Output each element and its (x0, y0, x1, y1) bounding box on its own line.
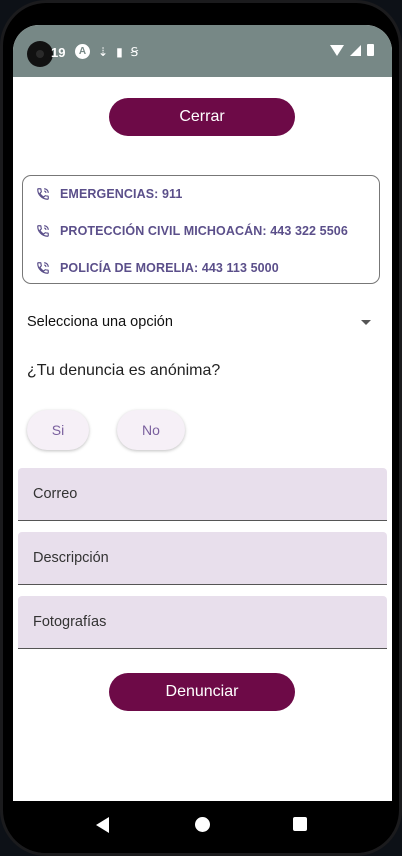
status-icons-left: A ⇣ ▮ Ꞩ (75, 44, 138, 59)
sim-icon: Ꞩ (130, 44, 139, 59)
status-time: 19 (51, 45, 66, 60)
category-dropdown[interactable]: Selecciona una opción (27, 311, 377, 333)
anonymous-question: ¿Tu denuncia es anónima? (27, 362, 221, 379)
contact-proteccion-civil[interactable]: PROTECCIÓN CIVIL MICHOACÁN: 443 322 5506 (36, 224, 348, 238)
contact-emergencias[interactable]: EMERGENCIAS: 911 (36, 187, 182, 201)
contact-label: EMERGENCIAS: 911 (60, 187, 183, 201)
status-icons-right (330, 44, 374, 56)
photos-field (18, 596, 387, 649)
signal-icon (350, 44, 361, 56)
phone-bezel: 19 A ⇣ ▮ Ꞩ Cerrar EMERGENCIAS: 911 PROTE… (3, 3, 399, 853)
description-field (18, 532, 387, 585)
emergency-contacts-card: EMERGENCIAS: 911 PROTECCIÓN CIVIL MICHOA… (22, 175, 380, 284)
anonymous-yes-button[interactable]: Si (27, 410, 89, 450)
contact-policia[interactable]: POLICÍA DE MORELIA: 443 113 5000 (36, 261, 279, 275)
recent-apps-icon[interactable] (293, 817, 307, 831)
app-screen: 19 A ⇣ ▮ Ꞩ Cerrar EMERGENCIAS: 911 PROTE… (13, 25, 392, 801)
phone-call-icon (37, 188, 49, 200)
photos-input[interactable] (18, 596, 387, 648)
front-camera (27, 41, 53, 67)
description-input[interactable] (18, 532, 387, 584)
phone-call-icon (37, 262, 49, 274)
contact-label: PROTECCIÓN CIVIL MICHOACÁN: 443 322 5506 (60, 224, 348, 238)
navigation-bar (13, 801, 392, 853)
a-icon: A (75, 44, 90, 59)
dropdown-label: Selecciona una opción (27, 314, 173, 330)
phone-frame: 19 A ⇣ ▮ Ꞩ Cerrar EMERGENCIAS: 911 PROTE… (0, 0, 402, 856)
status-bar: 19 A ⇣ ▮ Ꞩ (13, 25, 392, 77)
email-input[interactable] (18, 468, 387, 520)
usb-icon: ⇣ (98, 44, 109, 59)
wifi-icon (330, 44, 344, 56)
sd-card-icon: ▮ (116, 44, 123, 59)
submit-report-button[interactable]: Denunciar (109, 673, 295, 711)
battery-icon (367, 44, 374, 56)
close-button[interactable]: Cerrar (109, 98, 295, 136)
phone-call-icon (37, 225, 49, 237)
email-field (18, 468, 387, 521)
dropdown-arrow-icon (361, 319, 371, 325)
anonymous-no-button[interactable]: No (117, 410, 185, 450)
back-icon[interactable] (96, 817, 109, 833)
home-icon[interactable] (195, 817, 210, 832)
contact-label: POLICÍA DE MORELIA: 443 113 5000 (60, 261, 279, 275)
